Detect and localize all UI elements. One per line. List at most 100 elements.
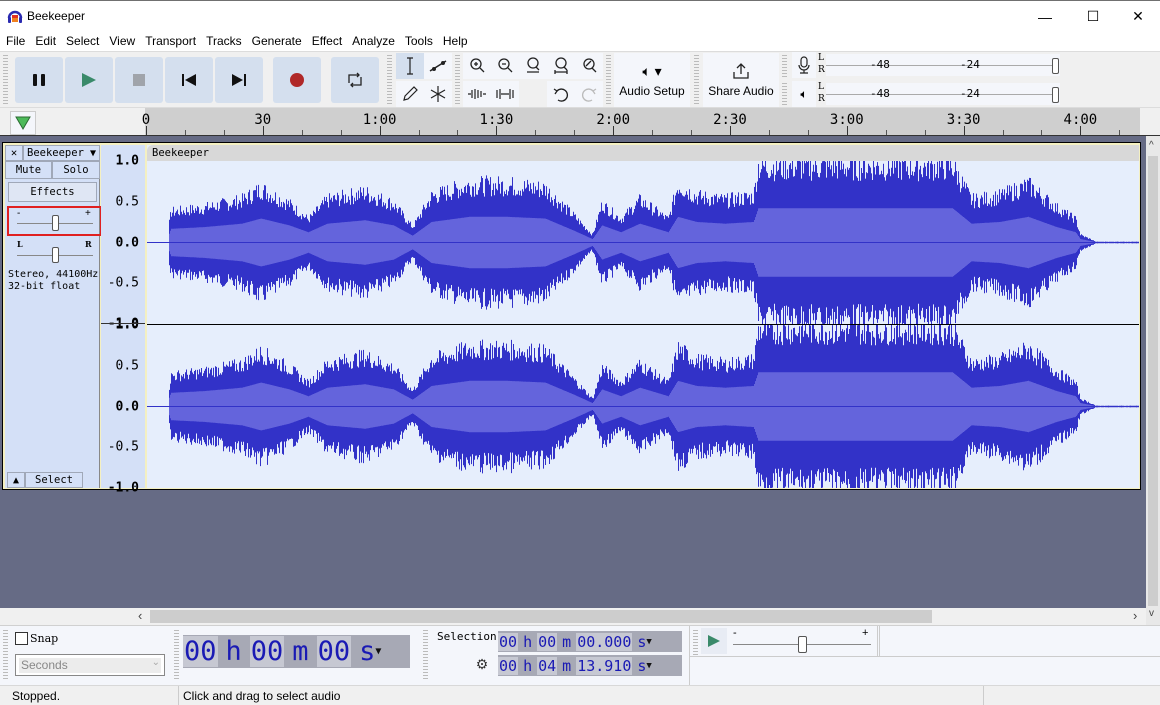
envelope-tool[interactable] [424, 53, 452, 79]
menu-edit[interactable]: Edit [31, 31, 62, 51]
playback-level-thumb[interactable] [1052, 87, 1059, 103]
menu-file[interactable]: File [2, 31, 31, 51]
multi-tool[interactable] [424, 81, 452, 107]
time-seconds: 00 [316, 636, 352, 667]
zoom-out-button[interactable] [491, 53, 519, 79]
dropdown-arrow-icon[interactable]: ▼ [646, 661, 651, 671]
menu-transport[interactable]: Transport [141, 31, 202, 51]
zoom-in-button[interactable] [463, 53, 491, 79]
record-level-slider[interactable]: -48 -24 [826, 54, 1060, 76]
amplitude-label: 1.0 [115, 153, 139, 169]
ruler-major-tick [846, 126, 848, 135]
amplitude-label: 0.5 [115, 194, 139, 210]
silence-audio-button[interactable] [491, 81, 519, 107]
amplitude-ruler[interactable]: 1.0 0.5 0.0 -0.5 -1.0 1.0 0.5 0.0 -0.5 -1.0 [101, 145, 145, 496]
horizontal-scroll-thumb[interactable] [150, 610, 932, 623]
scroll-left-icon[interactable]: ‹ [138, 608, 142, 623]
waveform[interactable] [147, 161, 1139, 488]
record-level-thumb[interactable] [1052, 58, 1059, 74]
zoom-toggle-button[interactable] [575, 53, 603, 79]
selection-end-field[interactable]: 00 h 04 m 13.910 s ▼ [498, 655, 682, 676]
gain-slider[interactable] [17, 215, 93, 231]
maximize-button[interactable]: ☐ [1070, 1, 1116, 32]
pan-slider[interactable] [17, 247, 93, 263]
play-button[interactable] [65, 57, 113, 103]
fit-selection-button[interactable] [519, 53, 547, 79]
clip-title-bar[interactable]: Beekeeper [147, 145, 1139, 161]
share-audio-button[interactable]: Share Audio [703, 53, 779, 107]
audio-setup-button[interactable]: 🔈︎ ▾ Audio Setup [614, 53, 690, 107]
toolbar-grip[interactable] [694, 55, 699, 105]
track-close-button[interactable]: ✕ [5, 145, 23, 161]
collapse-track-button[interactable]: ▲ [7, 472, 25, 488]
menu-tracks[interactable]: Tracks [202, 31, 248, 51]
timeline-ruler[interactable]: 0 30 1:00 1:30 2:00 2:30 3:00 3:30 4:00 [0, 108, 1160, 136]
effects-button[interactable]: Effects [8, 182, 97, 202]
track-area[interactable]: ✕ Beekeeper ▼ Mute Solo Effects - + L R … [0, 136, 1146, 608]
menu-select[interactable]: Select [62, 31, 105, 51]
speed-slider-thumb[interactable] [797, 636, 807, 653]
menu-view[interactable]: View [105, 31, 141, 51]
waveform-clip[interactable]: Beekeeper [147, 145, 1139, 488]
toolbar-grip[interactable] [782, 83, 787, 105]
scroll-up-icon[interactable]: ^ [1149, 140, 1154, 151]
snap-checkbox[interactable] [15, 632, 28, 645]
menu-effect[interactable]: Effect [308, 31, 348, 51]
record-meter-button[interactable] [792, 52, 816, 78]
menu-help[interactable]: Help [439, 31, 474, 51]
toolbar-grip[interactable] [387, 55, 392, 105]
toolbar-grip[interactable] [455, 55, 460, 105]
toolbar-grip[interactable] [174, 630, 179, 680]
menu-tools[interactable]: Tools [401, 31, 439, 51]
track-menu-button[interactable]: Beekeeper ▼ [23, 145, 100, 161]
pan-slider-thumb[interactable] [51, 247, 59, 263]
mute-button[interactable]: Mute [5, 161, 52, 179]
minimize-button[interactable]: — [1022, 1, 1068, 32]
selection-start-field[interactable]: 00 h 00 m 00.000 s ▼ [498, 631, 682, 652]
time-display[interactable]: 00 h 00 m 00 s ▼ [183, 635, 410, 668]
horizontal-scrollbar[interactable]: ‹ › [0, 608, 1146, 625]
redo-button[interactable] [575, 81, 603, 107]
playback-speed-slider[interactable] [733, 636, 871, 653]
scroll-down-icon[interactable]: v [1149, 608, 1154, 619]
loop-button[interactable] [331, 57, 379, 103]
gain-slider-thumb[interactable] [51, 215, 59, 231]
ruler-major-tick [379, 126, 381, 135]
selection-tool[interactable] [396, 53, 424, 79]
playback-level-slider[interactable]: -48 -24 [826, 83, 1060, 105]
toolbar-grip[interactable] [693, 630, 698, 656]
select-track-button[interactable]: Select [25, 472, 83, 488]
play-at-speed-button[interactable] [701, 628, 727, 654]
toolbar-grip[interactable] [606, 55, 611, 105]
selection-settings-button[interactable]: ⚙ [472, 654, 492, 674]
dropdown-arrow-icon[interactable]: ▼ [646, 637, 651, 647]
ruler-major-tick [496, 126, 498, 135]
menu-generate[interactable]: Generate [248, 31, 308, 51]
toolbar-grip[interactable] [782, 55, 787, 78]
solo-button[interactable]: Solo [52, 161, 100, 179]
timeline[interactable]: 0 30 1:00 1:30 2:00 2:30 3:00 3:30 4:00 [142, 108, 1140, 135]
fit-project-button[interactable] [547, 53, 575, 79]
close-button[interactable]: ✕ [1115, 1, 1160, 32]
meter-channel-r: R [818, 65, 825, 75]
timeline-options-button[interactable] [10, 111, 36, 135]
vertical-scrollbar[interactable]: ^ v [1146, 136, 1160, 625]
snap-unit-select[interactable]: Seconds ⌄ [15, 654, 165, 676]
undo-button[interactable] [547, 81, 575, 107]
vertical-scroll-thumb[interactable] [1148, 156, 1158, 606]
pause-button[interactable] [15, 57, 63, 103]
toolbar-grip[interactable] [3, 630, 8, 680]
undo-icon [553, 88, 569, 102]
playback-meter-button[interactable]: 🔈︎ [792, 81, 816, 107]
menu-analyze[interactable]: Analyze [348, 31, 401, 51]
skip-to-end-button[interactable] [215, 57, 263, 103]
record-button[interactable] [273, 57, 321, 103]
draw-tool[interactable] [396, 81, 424, 107]
trim-audio-button[interactable] [463, 81, 491, 107]
skip-to-start-button[interactable] [165, 57, 213, 103]
time-format-dropdown-icon[interactable]: ▼ [375, 646, 381, 657]
toolbar-grip[interactable] [3, 55, 8, 105]
toolbar-grip[interactable] [423, 630, 428, 680]
stop-button[interactable] [115, 57, 163, 103]
scroll-right-icon[interactable]: › [1133, 608, 1137, 623]
